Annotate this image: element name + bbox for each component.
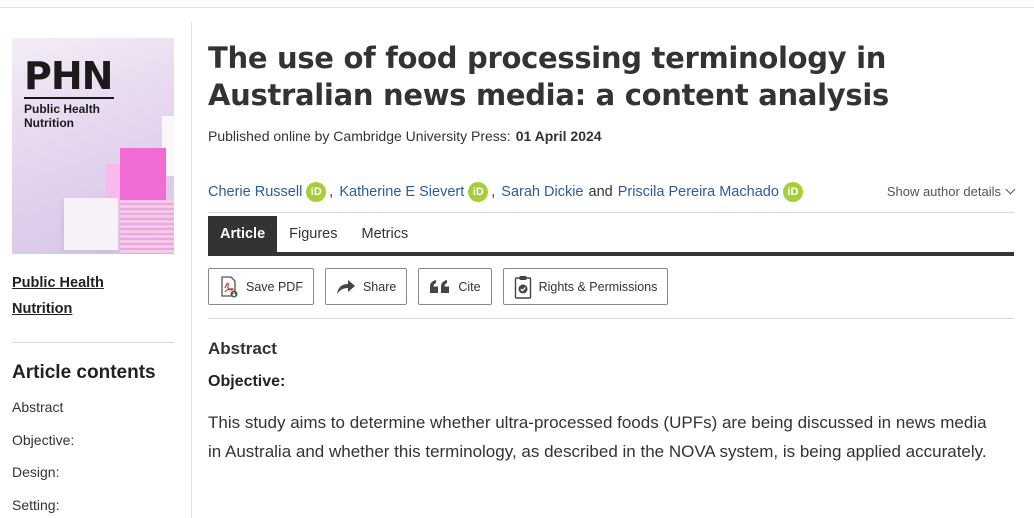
save-pdf-label: Save PDF	[246, 279, 303, 294]
contents-item-setting[interactable]: Setting:	[12, 497, 174, 518]
share-button[interactable]: Share	[324, 268, 408, 305]
show-author-details-label: Show author details	[886, 184, 1001, 199]
contents-item-objective[interactable]: Objective:	[12, 432, 174, 465]
tab-metrics[interactable]: Metrics	[350, 216, 421, 252]
cover-decor	[120, 148, 166, 200]
author-link[interactable]: Cherie Russell	[208, 184, 302, 200]
tab-figures[interactable]: Figures	[277, 216, 349, 252]
author-separator: ,	[491, 184, 496, 200]
abstract-heading: Abstract	[208, 339, 277, 358]
save-pdf-button[interactable]: Save PDF	[208, 268, 314, 305]
pdf-icon	[219, 275, 239, 298]
tab-article[interactable]: Article	[208, 216, 278, 252]
author-link[interactable]: Priscila Pereira Machado	[618, 184, 779, 200]
article-contents-title: Article contents	[12, 362, 156, 383]
author-link[interactable]: Katherine E Sievert	[339, 184, 464, 200]
objective-heading: Objective:	[208, 373, 286, 390]
authors-divider	[208, 212, 1014, 213]
orcid-icon[interactable]: iD	[782, 182, 803, 202]
contents-item-abstract[interactable]: Abstract	[12, 399, 174, 432]
author-and: and	[588, 184, 613, 200]
share-label: Share	[362, 279, 397, 294]
contents-item-design[interactable]: Design:	[12, 464, 174, 497]
published-date: 01 April 2024	[515, 128, 602, 144]
share-icon	[336, 279, 356, 295]
author-link[interactable]: Sarah Dickie	[501, 184, 583, 200]
published-label: Published online by Cambridge University…	[208, 128, 511, 144]
article-title: The use of food processing terminology i…	[208, 41, 889, 112]
cover-logo: PHN	[24, 54, 113, 98]
orcid-icon[interactable]: iD	[306, 182, 327, 202]
article-tabs: Article Figures Metrics	[208, 216, 1014, 256]
rights-permissions-button[interactable]: Rights & Permissions	[502, 268, 669, 305]
objective-text: This study aims to determine whether ult…	[208, 413, 987, 461]
cover-subtitle-line: Nutrition	[24, 116, 74, 130]
sidebar: PHN Public Health Nutrition Public Healt…	[12, 38, 174, 518]
sidebar-divider	[12, 342, 174, 343]
article-main: The use of food processing terminology i…	[208, 40, 1016, 466]
chevron-down-icon	[1005, 184, 1016, 195]
column-divider	[191, 22, 192, 518]
permissions-icon	[514, 275, 532, 299]
orcid-icon[interactable]: iD	[468, 182, 489, 202]
cover-subtitle-line: Public Health	[24, 102, 101, 116]
cover-decor	[64, 198, 118, 250]
rights-permissions-label: Rights & Permissions	[538, 279, 658, 294]
show-author-details-button[interactable]: Show author details	[886, 184, 1016, 199]
journal-link[interactable]: Public Health Nutrition	[12, 270, 174, 322]
author-separator: ,	[329, 184, 334, 200]
quote-icon	[429, 279, 451, 294]
cover-decor	[120, 200, 174, 254]
cite-button[interactable]: Cite	[418, 268, 492, 305]
cover-subtitle: Public Health Nutrition	[24, 102, 134, 130]
article-contents-list: Abstract Objective: Design: Setting:	[12, 399, 174, 518]
actions-divider	[208, 318, 1014, 319]
journal-link-line: Public Health	[12, 275, 104, 291]
journal-cover-image[interactable]: PHN Public Health Nutrition	[12, 38, 174, 254]
article-actions: Save PDF Share Cite Rights & Permissions	[208, 268, 1014, 305]
author-list: Cherie Russell iD , Katherine E Sievert …	[208, 180, 1016, 204]
journal-link-line: Nutrition	[12, 301, 73, 317]
top-border	[0, 7, 1034, 8]
published-info: Published online by Cambridge University…	[208, 128, 1014, 144]
cover-rule	[24, 97, 114, 99]
cite-label: Cite	[458, 279, 481, 294]
